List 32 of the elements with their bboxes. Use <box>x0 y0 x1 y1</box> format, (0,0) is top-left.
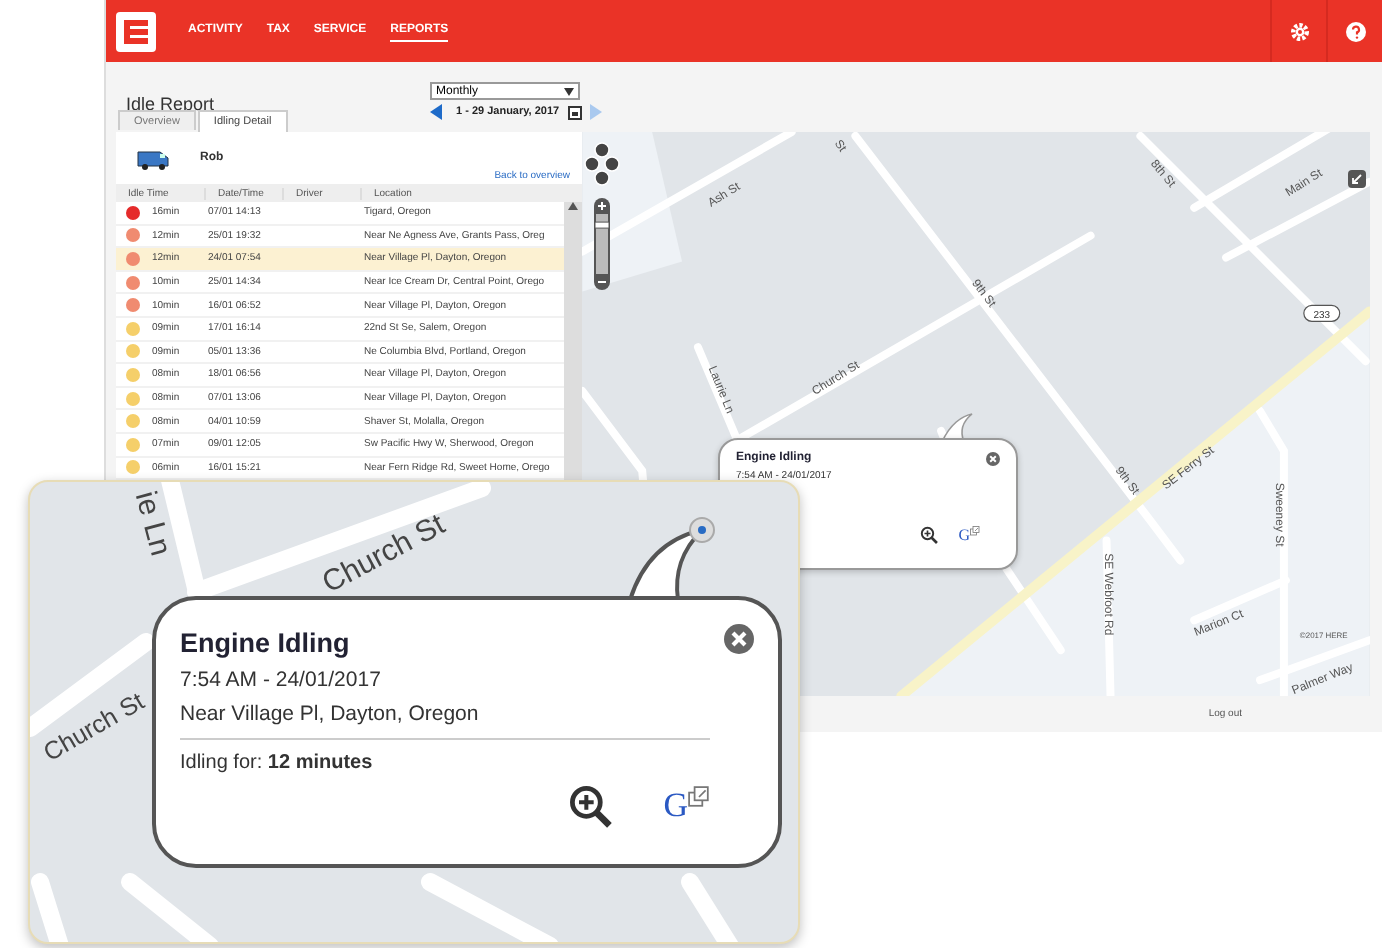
logo-icon[interactable] <box>116 11 156 51</box>
zoom-in-icon[interactable] <box>920 526 939 544</box>
street-line <box>681 873 739 942</box>
close-icon[interactable] <box>724 624 754 654</box>
van-icon <box>136 147 172 169</box>
external-link-icon <box>970 526 980 536</box>
caret-icon <box>564 87 574 95</box>
popup-title: Engine Idling <box>180 628 350 658</box>
google-maps-link[interactable]: G <box>958 526 980 544</box>
pan-control-icon[interactable] <box>584 142 620 186</box>
zoom-slider[interactable] <box>592 198 612 290</box>
page-title: Idle Report <box>126 94 215 114</box>
popup-time: 7:54 AM - 24/01/2017 <box>180 668 383 692</box>
calendar-icon[interactable] <box>567 105 582 119</box>
street-line <box>421 873 559 942</box>
map-marker-icon <box>689 517 715 543</box>
scrollbar[interactable] <box>564 202 582 481</box>
help-icon[interactable] <box>1345 21 1365 41</box>
close-icon[interactable] <box>986 452 1000 466</box>
fullscreen-icon[interactable] <box>1348 170 1366 188</box>
zoom-slider-thumb[interactable] <box>594 221 610 229</box>
previous-arrow-icon[interactable] <box>430 104 442 120</box>
street-line <box>121 873 219 942</box>
external-link-icon <box>688 786 710 808</box>
street-label: ie Ln <box>127 487 178 560</box>
popup-location: Near Village Pl, Dayton, Oregon <box>180 702 481 726</box>
google-maps-link[interactable]: G <box>663 786 710 826</box>
idling-duration: Idling for: 12 minutes <box>180 752 375 774</box>
route-shield-icon <box>1303 304 1341 322</box>
street-line <box>31 873 69 942</box>
zoom-in-icon[interactable] <box>567 784 612 828</box>
settings-icon[interactable] <box>1289 21 1309 41</box>
